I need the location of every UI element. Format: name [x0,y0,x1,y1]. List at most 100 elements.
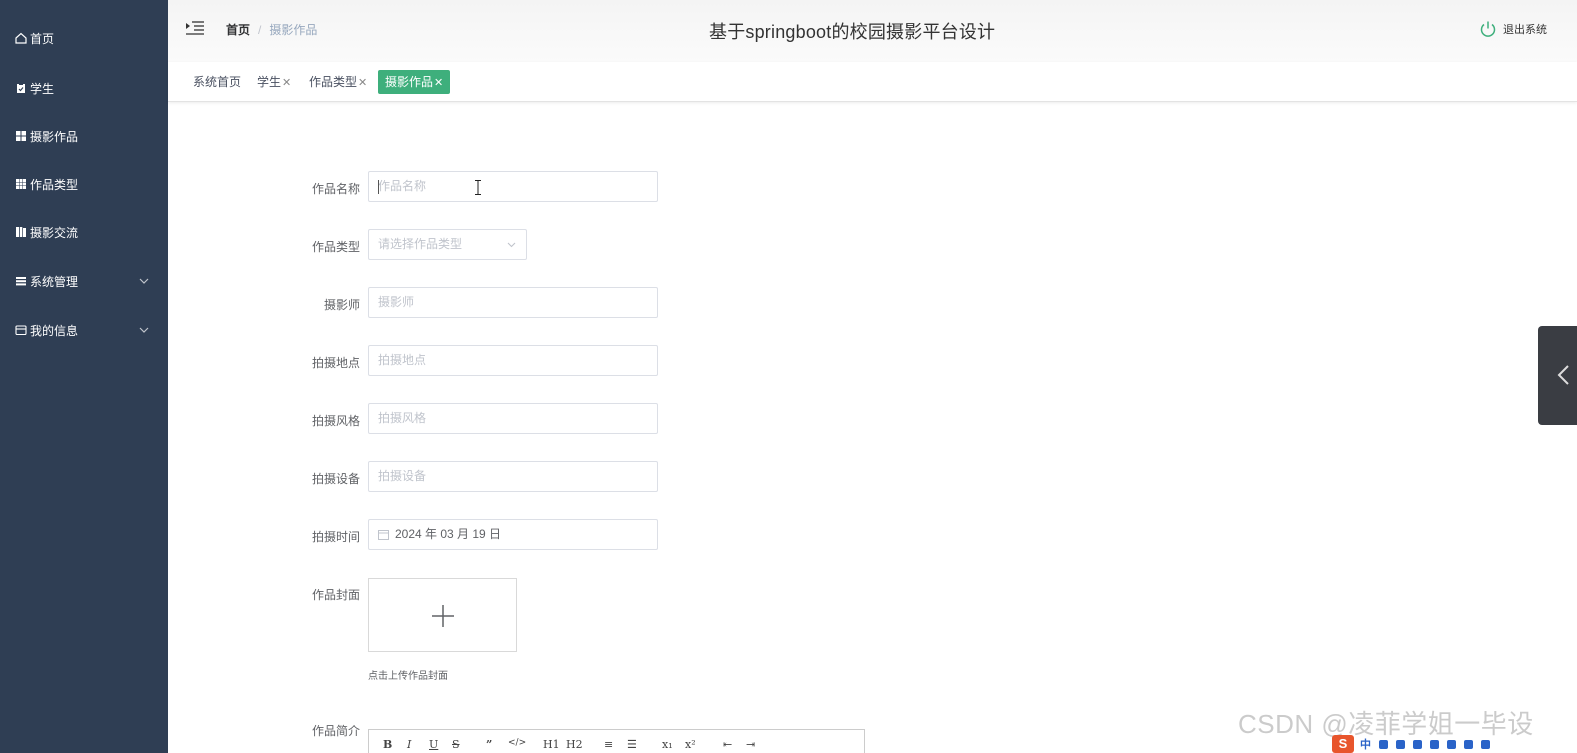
type-select[interactable]: 请选择作品类型 [368,229,527,260]
bold-button[interactable]: B [383,738,392,751]
clipboard-icon [14,82,27,95]
breadcrumb: 首页 / 摄影作品 [226,21,317,38]
underline-button[interactable]: U [429,738,438,751]
sidebar-item-label: 学生 [30,81,55,96]
sidebar-item-label: 摄影作品 [30,129,79,144]
ordered-list-button[interactable]: ≡ [604,738,613,751]
power-icon [1480,21,1496,37]
h1-button[interactable]: H1 [543,738,560,751]
tag-label: 作品类型 [309,75,358,89]
chevron-down-icon [507,242,516,248]
ime-logo: S [1332,735,1354,753]
style-input[interactable]: 拍摄风格 [368,403,658,434]
quote-button[interactable]: ” [486,738,492,751]
logout-button[interactable]: 退出系统 [1479,20,1547,38]
skin-icon[interactable] [1430,739,1439,749]
grid-icon[interactable] [1464,739,1473,749]
sidebar-item-my-info[interactable]: 我的信息 [0,315,168,345]
settings-icon[interactable] [1481,739,1490,749]
code-button[interactable]: </> [508,738,526,748]
breadcrumb-separator: / [258,22,262,37]
list-icon [14,275,27,288]
location-label: 拍摄地点 [311,356,360,370]
cover-upload[interactable] [368,578,517,652]
location-placeholder: 拍摄地点 [378,353,427,367]
italic-button[interactable]: I [407,738,411,751]
sidebar-item-label: 首页 [30,31,55,46]
sidebar: 首页 学生 摄影作品 作品类型 摄影交流 系统管理 我的信息 [0,0,168,753]
book-icon [14,226,27,239]
ime-mode[interactable]: 中 [1360,736,1371,752]
name-label: 作品名称 [311,182,360,196]
sidebar-item-work-types[interactable]: 作品类型 [0,169,168,199]
rich-text-editor[interactable]: B I U S ” </> H1 H2 ≡ ☰ x₁ x² ⇤ ⇥ [368,729,865,753]
superscript-button[interactable]: x² [685,738,696,751]
style-label: 拍摄风格 [311,414,360,428]
plus-icon [432,605,454,627]
tag-home[interactable]: 系统首页 [186,70,248,94]
calendar-icon [378,530,389,540]
tag-works[interactable]: 摄影作品✕ [378,70,451,94]
close-icon[interactable]: ✕ [358,77,367,89]
microphone-icon[interactable] [1396,739,1405,749]
bullet-list-button[interactable]: ☰ [627,738,637,751]
device-label: 拍摄设备 [311,472,360,486]
grid-icon [14,130,27,143]
top-header: 首页 / 摄影作品 基于springboot的校园摄影平台设计 退出系统 [168,0,1577,62]
breadcrumb-current: 摄影作品 [269,23,318,37]
home-icon [14,32,27,45]
time-picker[interactable]: 2024 年 03 月 19 日 [368,519,658,550]
device-input[interactable]: 拍摄设备 [368,461,658,492]
name-placeholder: 作品名称 [378,179,427,193]
cover-upload-hint: 点击上传作品封面 [368,671,448,682]
close-icon[interactable]: ✕ [282,77,291,89]
sidebar-item-exchange[interactable]: 摄影交流 [0,217,168,247]
device-placeholder: 拍摄设备 [378,469,427,483]
intro-label: 作品简介 [311,724,360,738]
tag-label: 摄影作品 [385,75,434,89]
sidebar-item-students[interactable]: 学生 [0,73,168,103]
outdent-button[interactable]: ⇤ [723,738,732,751]
tag-work-types[interactable]: 作品类型✕ [302,70,374,94]
toolbox-icon[interactable] [1447,739,1456,749]
close-icon[interactable]: ✕ [434,77,443,89]
indent-button[interactable]: ⇥ [746,738,755,751]
time-label: 拍摄时间 [311,530,360,544]
chevron-left-icon [1557,365,1569,385]
location-input[interactable]: 拍摄地点 [368,345,658,376]
name-input[interactable]: 作品名称 [368,171,658,202]
photographer-placeholder: 摄影师 [378,295,415,309]
ime-punct-icon[interactable] [1379,739,1388,749]
tags-bar: 系统首页 学生✕ 作品类型✕ 摄影作品✕ [168,62,1577,102]
sidebar-item-label: 系统管理 [30,274,79,289]
chevron-down-icon [139,327,149,333]
sidebar-item-label: 摄影交流 [30,225,79,240]
style-placeholder: 拍摄风格 [378,411,427,425]
sidebar-item-works[interactable]: 摄影作品 [0,121,168,151]
tag-label: 学生 [257,75,282,89]
menu-toggle-icon[interactable] [186,20,204,36]
sidebar-item-system[interactable]: 系统管理 [0,266,168,296]
mouse-cursor-icon [475,180,481,195]
photographer-label: 摄影师 [323,298,360,312]
wallet-icon [14,324,27,337]
ime-toolbar: S 中 [1332,735,1516,753]
chevron-down-icon [139,278,149,284]
keyboard-icon[interactable] [1413,739,1422,749]
breadcrumb-home[interactable]: 首页 [226,21,250,38]
sidebar-item-home[interactable]: 首页 [0,23,168,53]
page-title: 基于springboot的校园摄影平台设计 [709,22,996,42]
strike-button[interactable]: S [452,738,460,751]
time-value: 2024 年 03 月 19 日 [395,527,502,541]
drawer-toggle[interactable] [1538,326,1577,425]
sidebar-item-label: 我的信息 [30,323,79,338]
text-caret [378,180,379,194]
tag-label: 系统首页 [193,75,242,89]
tag-students[interactable]: 学生✕ [250,70,298,94]
subscript-button[interactable]: x₁ [662,738,673,751]
photographer-input[interactable]: 摄影师 [368,287,658,318]
cover-label: 作品封面 [311,588,360,602]
h2-button[interactable]: H2 [566,738,583,751]
sidebar-item-label: 作品类型 [30,177,79,192]
table-icon [14,178,27,191]
